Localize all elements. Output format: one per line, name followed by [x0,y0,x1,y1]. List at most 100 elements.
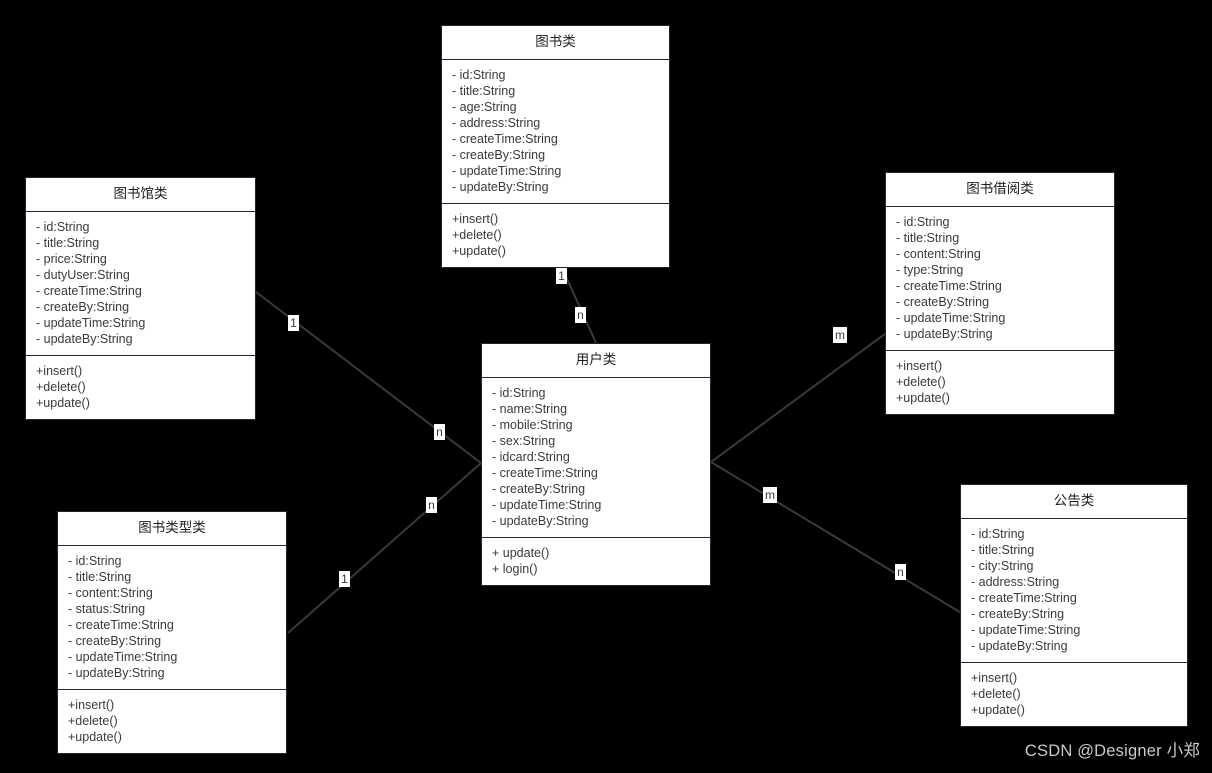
method-row: +insert() [452,211,499,226]
attribute-row: - address:String [452,115,541,130]
class-title-user: 用户类 [482,344,710,378]
attribute-row: - createBy:String [452,147,546,162]
class-methods-notice: +insert() +delete() +update() [961,661,1187,726]
attribute-row: - createTime:String [36,283,142,298]
class-box-booktype[interactable]: 图书类型类 - id:String - title:String - conte… [57,511,287,754]
attribute-row: - title:String [971,542,1035,557]
method-row: +insert() [971,670,1018,685]
class-box-book[interactable]: 图书类 - id:String - title:String - age:Str… [441,25,670,268]
attribute-row: - updateBy:String [68,665,165,680]
method-row: + login() [492,561,538,576]
attribute-row: - dutyUser:String [36,267,130,282]
diagram-canvas: 图书类 - id:String - title:String - age:Str… [0,0,1212,773]
attribute-row: - title:String [68,569,132,584]
attribute-row: - id:String [68,553,122,568]
multiplicity-user-notice-from: m [763,487,777,503]
class-box-user[interactable]: 用户类 - id:String - name:String - mobile:S… [481,343,711,586]
attribute-row: - content:String [896,246,981,261]
attribute-row: - updateTime:String [68,649,178,664]
multiplicity-booktype-user-from: 1 [339,571,350,587]
attribute-row: - updateTime:String [971,622,1081,637]
attribute-row: - id:String [36,219,90,234]
class-title-booktype: 图书类型类 [58,512,286,546]
attribute-row: - title:String [36,235,100,250]
method-row: +update() [68,729,122,744]
multiplicity-booktype-user-to: n [426,497,437,513]
class-title-borrow: 图书借阅类 [886,173,1114,207]
method-row: +update() [36,395,90,410]
class-title-library: 图书馆类 [26,178,255,212]
class-methods-book: +insert() +delete() +update() [442,202,669,267]
attribute-row: - updateBy:String [492,513,589,528]
attribute-row: - updateTime:String [452,163,562,178]
attribute-row: - updateBy:String [36,331,133,346]
attribute-row: - updateBy:String [452,179,549,194]
attribute-row: - updateTime:String [36,315,146,330]
attribute-row: - id:String [492,385,546,400]
method-row: +delete() [971,686,1021,701]
attribute-row: - id:String [896,214,950,229]
class-title-book: 图书类 [442,26,669,60]
attribute-row: - createTime:String [452,131,558,146]
attribute-row: - id:String [452,67,506,82]
attribute-row: - createBy:String [492,481,586,496]
attribute-row: - updateBy:String [971,638,1068,653]
attribute-row: - type:String [896,262,964,277]
attribute-row: - createBy:String [68,633,162,648]
method-row: +insert() [36,363,83,378]
multiplicity-book-user-from: 1 [556,268,567,284]
attribute-row: - name:String [492,401,568,416]
class-attributes-book: - id:String - title:String - age:String … [442,60,669,203]
multiplicity-user-notice-to: n [895,564,906,580]
method-row: +insert() [68,697,115,712]
line-user-notice [710,461,964,615]
class-attributes-notice: - id:String - title:String - city:String… [961,519,1187,662]
attribute-row: - age:String [452,99,517,114]
attribute-row: - createBy:String [36,299,130,314]
method-row: +update() [896,390,950,405]
multiplicity-user-borrow-from: m [833,327,847,343]
class-box-borrow[interactable]: 图书借阅类 - id:String - title:String - conte… [885,172,1115,415]
method-row: +delete() [896,374,946,389]
attribute-row: - content:String [68,585,153,600]
class-box-library[interactable]: 图书馆类 - id:String - title:String - price:… [25,177,256,420]
attribute-row: - status:String [68,601,146,616]
method-row: +update() [971,702,1025,717]
attribute-row: - address:String [971,574,1060,589]
method-row: +update() [452,243,506,258]
method-row: +delete() [452,227,502,242]
attribute-row: - updateTime:String [492,497,602,512]
class-attributes-user: - id:String - name:String - mobile:Strin… [482,378,710,537]
class-methods-user: + update() + login() [482,536,710,585]
attribute-row: - mobile:String [492,417,573,432]
class-methods-library: +insert() +delete() +update() [26,354,255,419]
multiplicity-library-user-to: n [434,424,445,440]
attribute-row: - title:String [452,83,516,98]
attribute-row: - createBy:String [896,294,990,309]
class-attributes-booktype: - id:String - title:String - content:Str… [58,546,286,689]
class-title-notice: 公告类 [961,485,1187,519]
attribute-row: - title:String [896,230,960,245]
attribute-row: - createTime:String [896,278,1002,293]
multiplicity-book-user-to: n [575,307,586,323]
method-row: +insert() [896,358,943,373]
line-booktype-user [287,462,482,634]
attribute-row: - createTime:String [68,617,174,632]
multiplicity-library-user-from: 1 [288,315,299,331]
attribute-row: - city:String [971,558,1034,573]
attribute-row: - sex:String [492,433,556,448]
class-methods-booktype: +insert() +delete() +update() [58,688,286,753]
watermark-text: CSDN @Designer 小郑 [1024,742,1200,760]
attribute-row: - createTime:String [971,590,1077,605]
class-methods-borrow: +insert() +delete() +update() [886,349,1114,414]
class-box-notice[interactable]: 公告类 - id:String - title:String - city:St… [960,484,1188,727]
class-attributes-library: - id:String - title:String - price:Strin… [26,212,255,355]
method-row: +delete() [68,713,118,728]
method-row: + update() [492,545,550,560]
attribute-row: - updateBy:String [896,326,993,341]
attribute-row: - id:String [971,526,1025,541]
attribute-row: - updateTime:String [896,310,1006,325]
attribute-row: - price:String [36,251,107,266]
attribute-row: - idcard:String [492,449,570,464]
attribute-row: - createTime:String [492,465,598,480]
